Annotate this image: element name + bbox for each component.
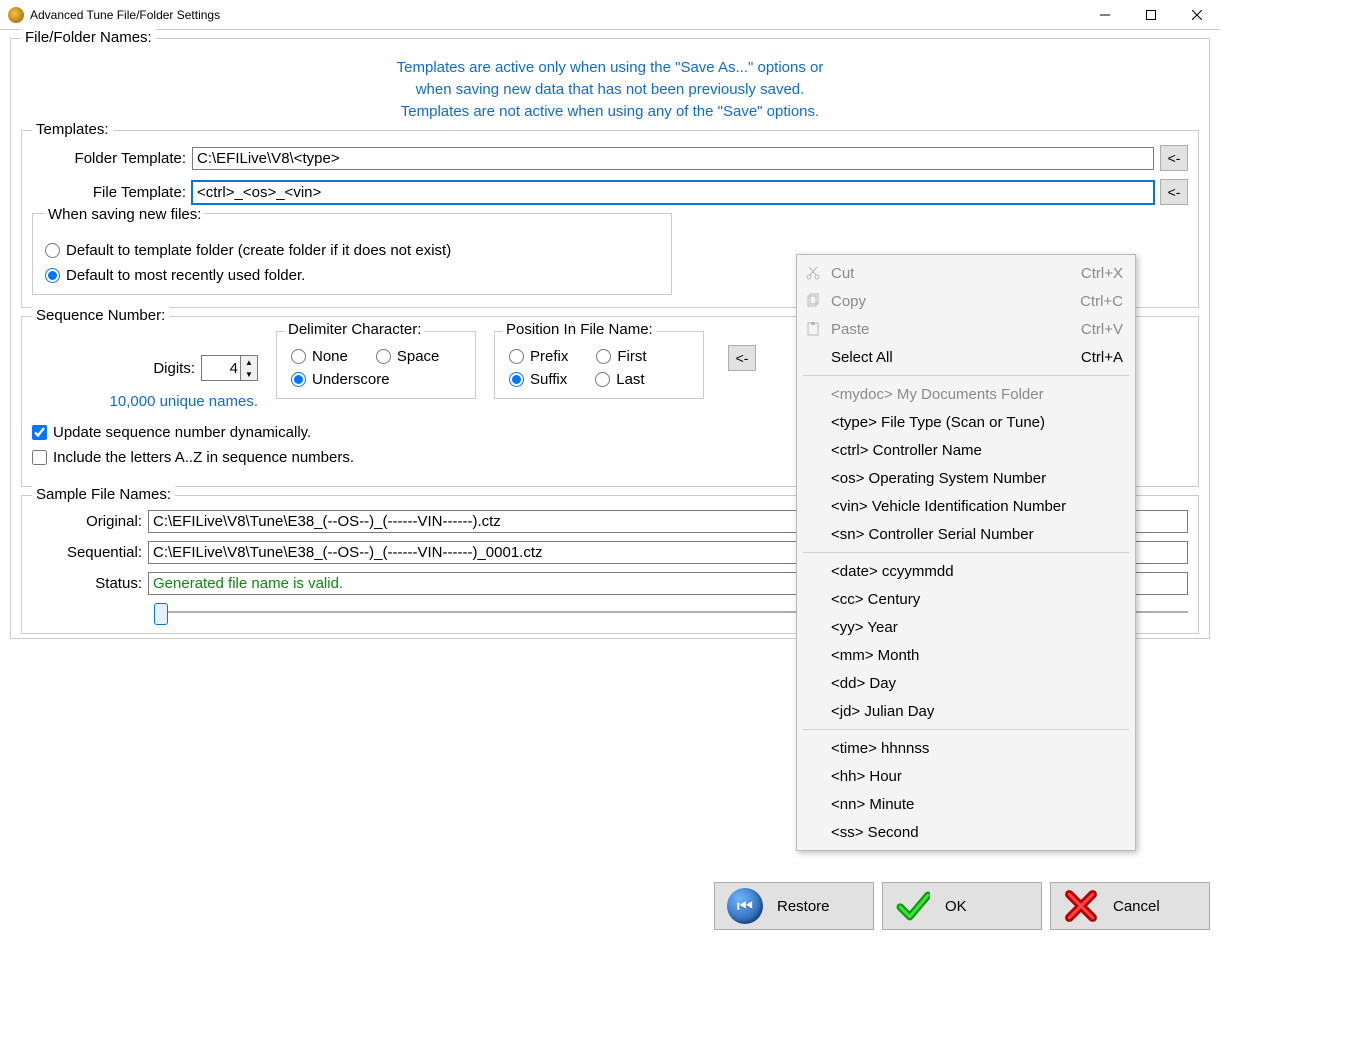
menu-separator: [803, 552, 1129, 553]
paste-icon: [805, 321, 821, 337]
menu-separator: [803, 375, 1129, 376]
restore-icon: [727, 888, 763, 924]
radio-pos-prefix[interactable]: Prefix: [509, 348, 568, 365]
filefolder-legend: File/Folder Names:: [21, 29, 156, 46]
sequence-legend: Sequence Number:: [32, 307, 169, 324]
digits-label: Digits:: [153, 360, 195, 377]
position-legend: Position In File Name:: [503, 321, 656, 338]
file-template-label: File Template:: [32, 184, 192, 201]
ok-button[interactable]: OK: [882, 882, 1042, 930]
sample-legend: Sample File Names:: [32, 486, 175, 503]
sample-sequential-label: Sequential:: [32, 544, 148, 561]
folder-template-input[interactable]: [192, 147, 1154, 170]
menu-var-cc[interactable]: <cc> Century: [797, 585, 1135, 613]
menu-select-all[interactable]: Select AllCtrl+A: [797, 343, 1135, 371]
close-button[interactable]: [1174, 0, 1220, 30]
radio-default-template-folder[interactable]: Default to template folder (create folde…: [45, 242, 659, 259]
copy-icon: [805, 293, 821, 309]
delimiter-legend: Delimiter Character:: [285, 321, 424, 338]
menu-var-type[interactable]: <type> File Type (Scan or Tune): [797, 408, 1135, 436]
radio-delim-underscore[interactable]: Underscore: [291, 371, 390, 388]
menu-var-date[interactable]: <date> ccyymmdd: [797, 557, 1135, 585]
sample-status-label: Status:: [32, 575, 148, 592]
menu-var-os[interactable]: <os> Operating System Number: [797, 464, 1135, 492]
sample-original-label: Original:: [32, 513, 148, 530]
menu-var-nn[interactable]: <nn> Minute: [797, 790, 1135, 818]
checkmark-icon: [895, 888, 931, 924]
window-title: Advanced Tune File/Folder Settings: [30, 8, 220, 22]
templates-legend: Templates:: [32, 121, 113, 138]
menu-paste[interactable]: PasteCtrl+V: [797, 315, 1135, 343]
menu-var-hh[interactable]: <hh> Hour: [797, 762, 1135, 790]
file-template-insert-button[interactable]: <-: [1160, 179, 1188, 205]
info-text: Templates are active only when using the…: [21, 57, 1199, 122]
radio-default-recent-folder[interactable]: Default to most recently used folder.: [45, 267, 659, 284]
app-icon: [8, 7, 24, 23]
radio-delim-space[interactable]: Space: [376, 348, 440, 365]
menu-var-ss[interactable]: <ss> Second: [797, 818, 1135, 846]
cross-icon: [1063, 888, 1099, 924]
restore-button[interactable]: Restore: [714, 882, 874, 930]
radio-pos-suffix[interactable]: Suffix: [509, 371, 567, 388]
sequence-insert-button[interactable]: <-: [728, 345, 756, 371]
digits-spin-down[interactable]: ▼: [241, 368, 257, 380]
radio-delim-none[interactable]: None: [291, 348, 348, 365]
menu-copy[interactable]: CopyCtrl+C: [797, 287, 1135, 315]
radio-pos-last[interactable]: Last: [595, 371, 644, 388]
menu-cut[interactable]: CutCtrl+X: [797, 259, 1135, 287]
menu-var-jd[interactable]: <jd> Julian Day: [797, 697, 1135, 725]
folder-template-label: Folder Template:: [32, 150, 192, 167]
menu-separator: [803, 729, 1129, 730]
file-template-input[interactable]: [192, 181, 1154, 204]
when-saving-group: When saving new files: Default to templa…: [32, 213, 672, 295]
menu-var-yy[interactable]: <yy> Year: [797, 613, 1135, 641]
menu-var-time[interactable]: <time> hhnnss: [797, 734, 1135, 762]
when-saving-legend: When saving new files:: [45, 206, 204, 223]
menu-var-dd[interactable]: <dd> Day: [797, 669, 1135, 697]
folder-template-insert-button[interactable]: <-: [1160, 145, 1188, 171]
position-group: Position In File Name: Prefix First Suff…: [494, 331, 704, 399]
menu-var-mm[interactable]: <mm> Month: [797, 641, 1135, 669]
digits-input[interactable]: [201, 355, 241, 381]
menu-var-mydoc[interactable]: <mydoc> My Documents Folder: [797, 380, 1135, 408]
maximize-button[interactable]: [1128, 0, 1174, 30]
unique-names-text: 10,000 unique names.: [110, 393, 258, 410]
minimize-button[interactable]: [1082, 0, 1128, 30]
context-menu: CutCtrl+X CopyCtrl+C PasteCtrl+V Select …: [796, 254, 1136, 851]
menu-var-ctrl[interactable]: <ctrl> Controller Name: [797, 436, 1135, 464]
footer-buttons: Restore OK Cancel: [714, 882, 1210, 930]
menu-var-vin[interactable]: <vin> Vehicle Identification Number: [797, 492, 1135, 520]
titlebar: Advanced Tune File/Folder Settings: [0, 0, 1220, 30]
cut-icon: [805, 265, 821, 281]
radio-pos-first[interactable]: First: [596, 348, 646, 365]
cancel-button[interactable]: Cancel: [1050, 882, 1210, 930]
delimiter-group: Delimiter Character: None Space Undersco…: [276, 331, 476, 399]
slider-thumb[interactable]: [154, 603, 168, 625]
digits-spin-up[interactable]: ▲: [241, 356, 257, 368]
menu-var-sn[interactable]: <sn> Controller Serial Number: [797, 520, 1135, 548]
